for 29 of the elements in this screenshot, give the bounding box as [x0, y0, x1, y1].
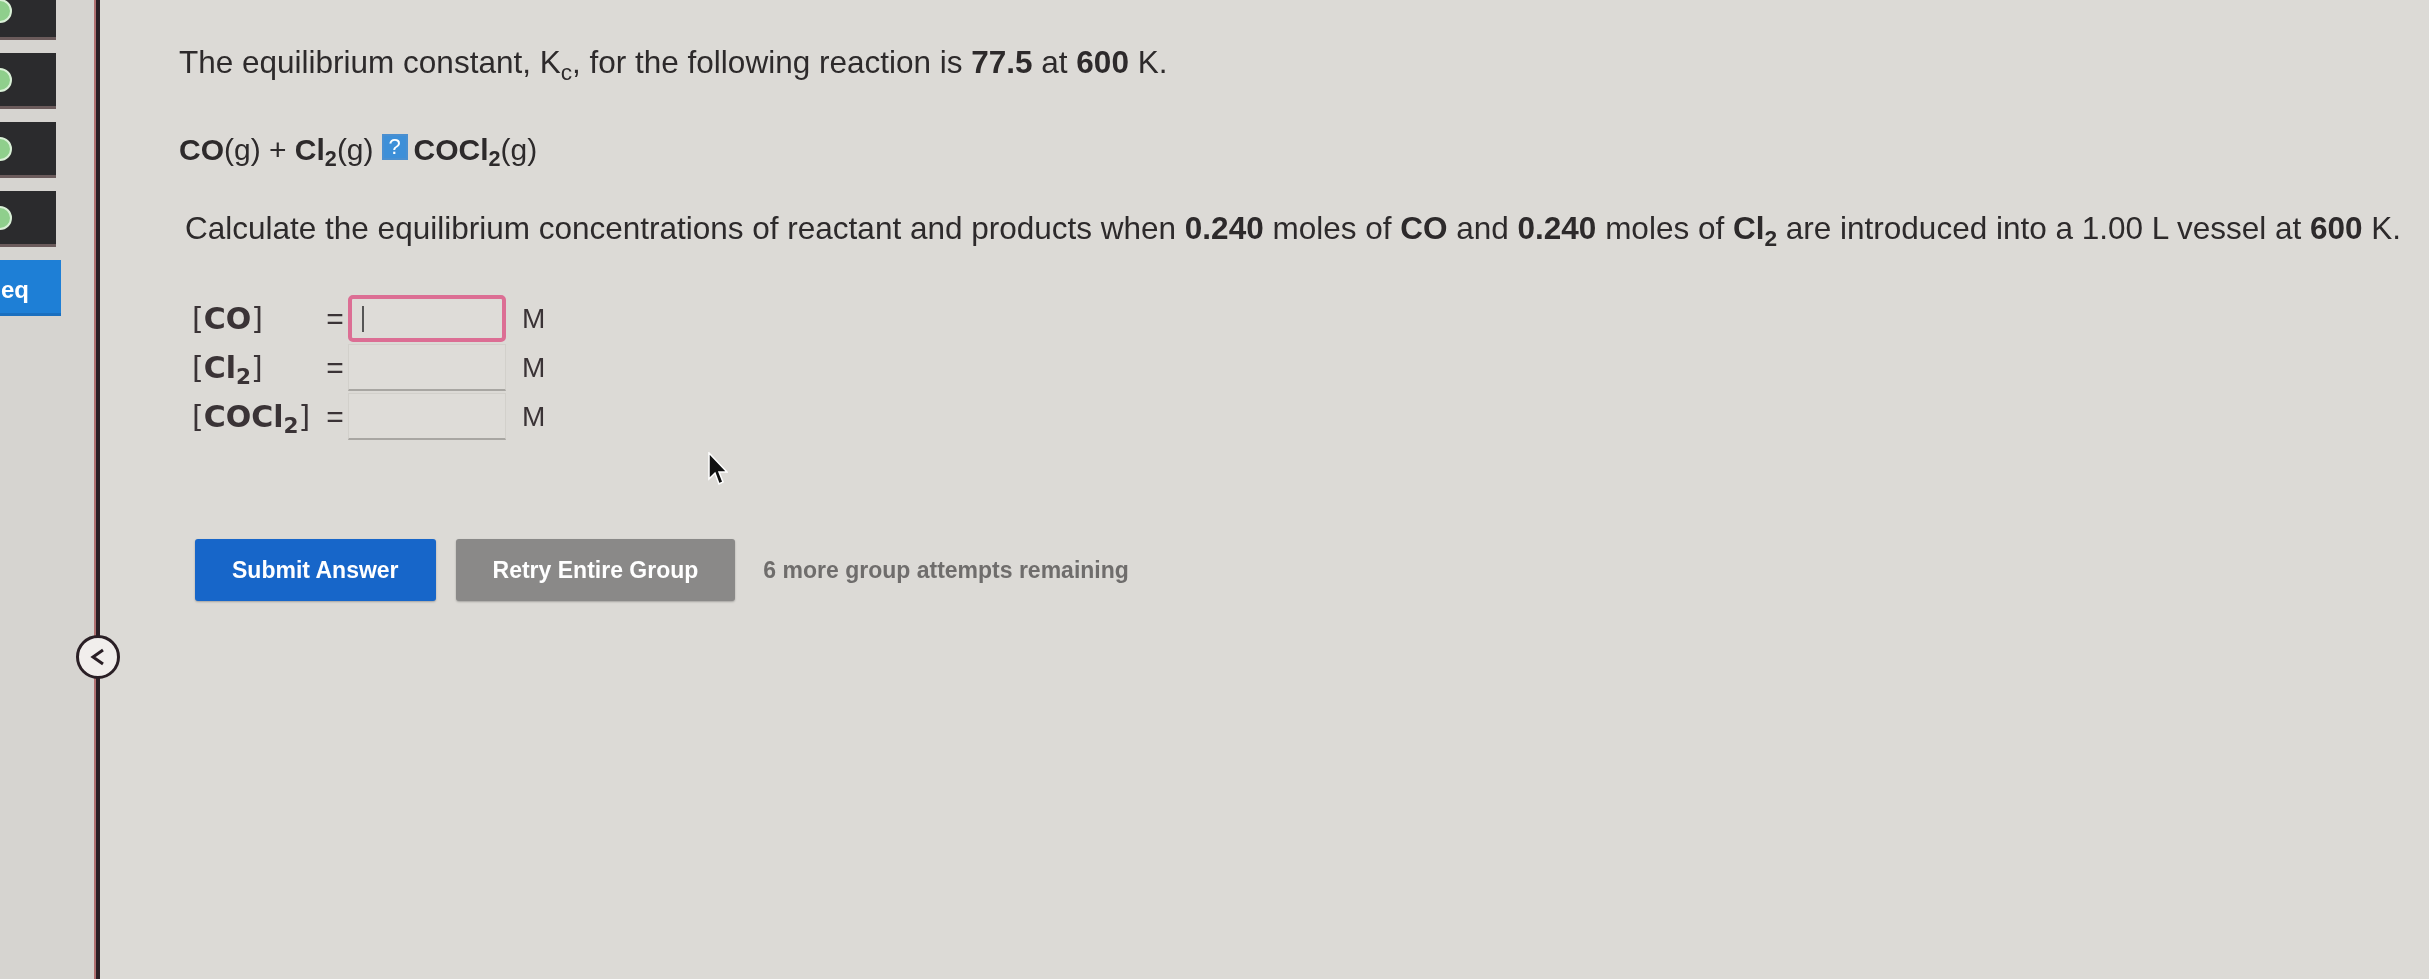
- question-text: Calculate the equilibrium concentrations of reactant and products when 0.240 moles of CO and 0.240 moles of Cl$_{2}$ are introduced into a 1.00 L vessel at 600 K.: [185, 210, 2403, 246]
- chevron-left-icon: [90, 648, 106, 666]
- sidebar-item[interactable]: eq: [0, 260, 61, 316]
- answer-field[interactable]: [348, 295, 506, 342]
- mouse-pointer-icon: [708, 452, 728, 486]
- text-cursor: [362, 305, 364, 332]
- equals-sign: =: [325, 350, 345, 385]
- answer-field[interactable]: [348, 393, 506, 440]
- unit-label: M: [521, 302, 546, 335]
- answer-label: [CO]: [192, 301, 264, 336]
- unit-label: M: [521, 351, 546, 384]
- answer-field[interactable]: [348, 344, 506, 391]
- attempts-note: 6 more group attempts remaining: [763, 556, 1129, 584]
- collapse-button[interactable]: [76, 635, 120, 679]
- sidebar-item[interactable]: [0, 0, 56, 40]
- answer-label: [Cl$_{2}$]: [192, 350, 264, 385]
- equals-sign: =: [325, 301, 345, 336]
- sidebar-item[interactable]: [0, 191, 56, 247]
- sidebar-item[interactable]: [0, 53, 56, 109]
- answer-label: [COCl$_{2}$]: [192, 399, 312, 434]
- sidebar-item[interactable]: [0, 122, 56, 178]
- broken-image-icon: ?: [381, 134, 408, 160]
- submit-button[interactable]: Submit Answer: [195, 539, 436, 601]
- question-text: The equilibrium constant, K$_{c}$, for the following reaction is 77.5 at 600 K.: [179, 44, 1169, 80]
- unit-label: M: [521, 400, 546, 433]
- retry-button[interactable]: Retry Entire Group: [455, 539, 736, 601]
- equation-reactants: CO(g) + Cl$_{2}$(g): [179, 132, 374, 168]
- equation-product: COCl$_{2}$(g): [413, 132, 538, 168]
- equals-sign: =: [325, 399, 345, 434]
